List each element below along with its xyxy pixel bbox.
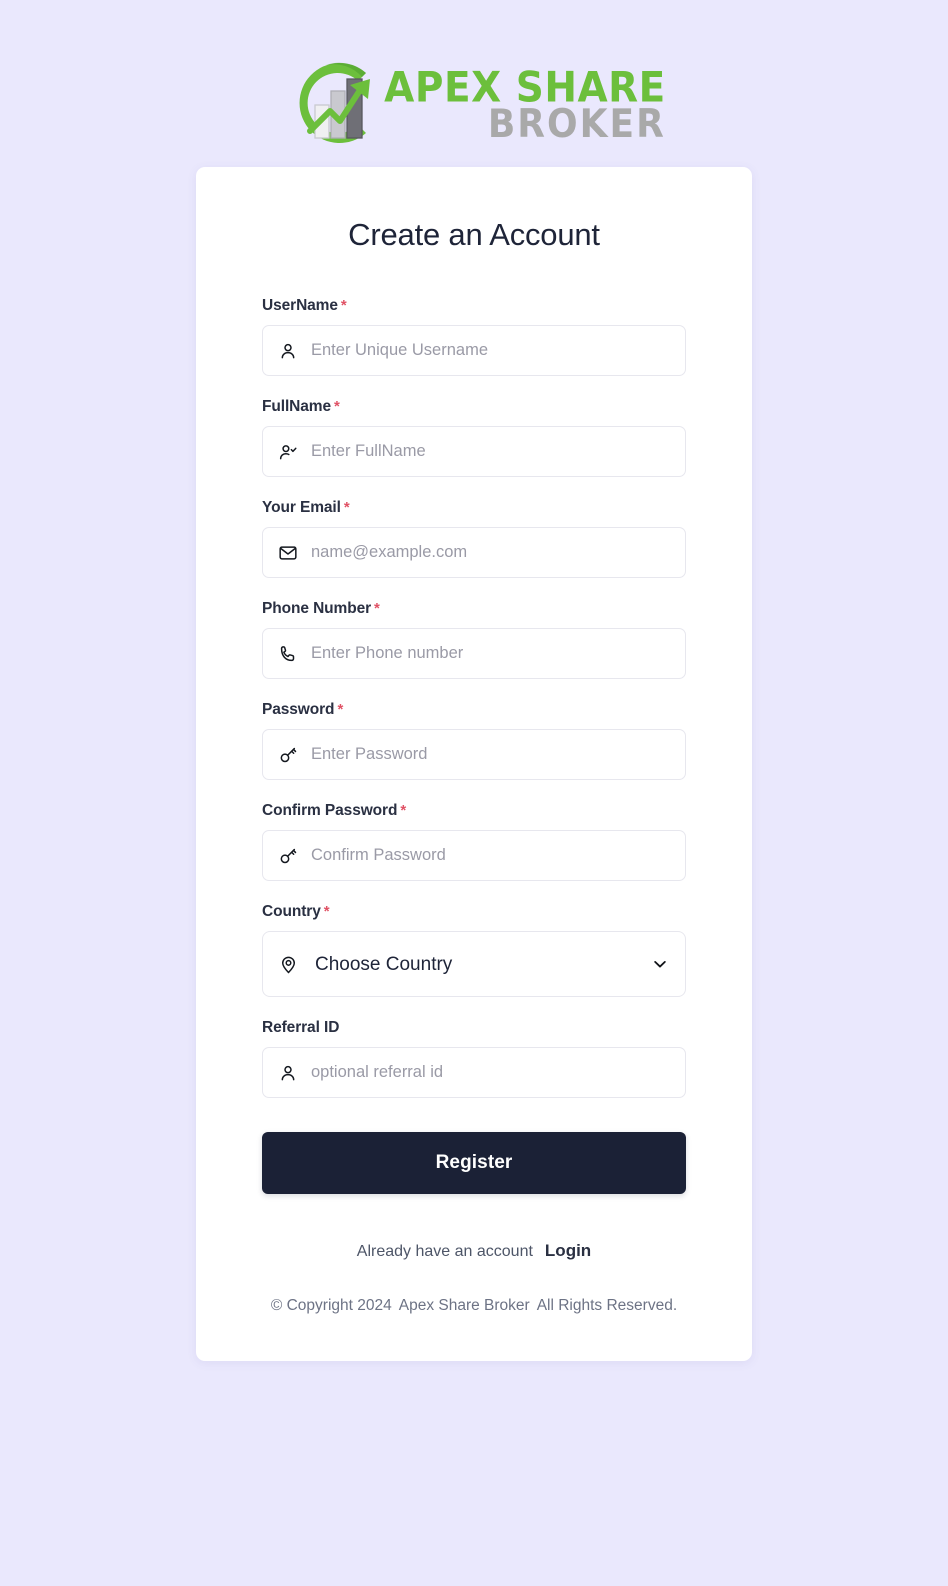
input-shell-username[interactable] (262, 325, 686, 376)
label-password: Password * (262, 701, 686, 719)
brand-logo-text: APEX SHARE BROKER (384, 65, 666, 147)
label-password-text: Password (262, 701, 335, 718)
label-email-text: Your Email (262, 499, 341, 516)
input-shell-phone[interactable] (262, 628, 686, 679)
registration-card: Create an Account UserName* FullName* (196, 167, 752, 1362)
copyright-text: © Copyright 2024 Apex Share Broker All Rig… (262, 1291, 686, 1321)
apex-share-broker-logo-icon (282, 53, 390, 153)
label-country-text: Country (262, 903, 321, 920)
label-referral-id: Referral ID (262, 1019, 686, 1037)
login-prompt: Already have an account Login (262, 1241, 686, 1261)
phone-icon (277, 643, 299, 665)
label-referral-id-text: Referral ID (262, 1019, 340, 1036)
input-shell-fullname[interactable] (262, 426, 686, 477)
register-button[interactable]: Register (262, 1132, 686, 1194)
email-field[interactable] (311, 528, 671, 577)
required-marker: * (343, 499, 350, 516)
brand-logo-line2: BROKER (487, 102, 666, 147)
user-check-icon (277, 441, 299, 463)
fullname-field[interactable] (311, 427, 671, 476)
key-icon (277, 845, 299, 867)
required-marker: * (340, 297, 347, 314)
search-input-username[interactable] (311, 326, 671, 375)
required-marker: * (400, 802, 407, 819)
page-title: Create an Account (348, 217, 600, 252)
brand-logo: APEX SHARE BROKER (282, 50, 666, 155)
field-fullname: FullName * (262, 398, 686, 477)
label-fullname: FullName * (262, 398, 686, 416)
input-shell-referral-id[interactable] (262, 1047, 686, 1098)
have-account-text: Already have an account (356, 1243, 533, 1260)
map-pin-icon (277, 953, 299, 975)
required-marker: * (323, 903, 330, 920)
field-country: Country * Choose Country (262, 903, 686, 997)
copyright-year: © Copyright 2024 (270, 1297, 392, 1314)
label-email: Your Email * (262, 499, 686, 517)
label-confirm-password-text: Confirm Password (262, 802, 398, 819)
key-icon (277, 744, 299, 766)
field-phone: Phone Number * (262, 600, 686, 679)
label-username-text: UserName (262, 297, 338, 314)
label-fullname-text: FullName (262, 398, 331, 415)
label-phone: Phone Number * (262, 600, 686, 618)
referral-id-field[interactable] (311, 1048, 671, 1097)
required-marker: * (333, 398, 340, 415)
user-icon (277, 340, 299, 362)
copyright-rights: All Rights Reserved. (536, 1297, 678, 1314)
input-shell-email[interactable] (262, 527, 686, 578)
input-shell-password[interactable] (262, 729, 686, 780)
country-select[interactable]: Choose Country (311, 932, 639, 996)
registration-page: APEX SHARE BROKER Create an Account User… (0, 0, 948, 1586)
field-password: Password * (262, 701, 686, 780)
field-referral-id: Referral ID (262, 1019, 686, 1098)
envelope-icon (277, 542, 299, 564)
input-shell-confirm-password[interactable] (262, 830, 686, 881)
chevron-down-icon (651, 955, 669, 973)
user-icon (277, 1062, 299, 1084)
required-marker: * (337, 701, 344, 718)
confirm-password-field[interactable] (311, 831, 671, 880)
input-shell-country[interactable]: Choose Country (262, 931, 686, 997)
field-email: Your Email * (262, 499, 686, 578)
label-username: UserName * (262, 297, 686, 315)
label-country: Country * (262, 903, 686, 921)
login-link[interactable]: Login (545, 1241, 591, 1260)
required-marker: * (374, 600, 380, 617)
field-confirm-password: Confirm Password * (262, 802, 686, 881)
password-field[interactable] (311, 730, 671, 779)
phone-field[interactable] (311, 629, 671, 678)
field-username: UserName * (262, 297, 686, 376)
label-confirm-password: Confirm Password * (262, 802, 686, 820)
label-phone-text: Phone Number (262, 600, 372, 617)
copyright-company: Apex Share Broker (398, 1297, 530, 1314)
